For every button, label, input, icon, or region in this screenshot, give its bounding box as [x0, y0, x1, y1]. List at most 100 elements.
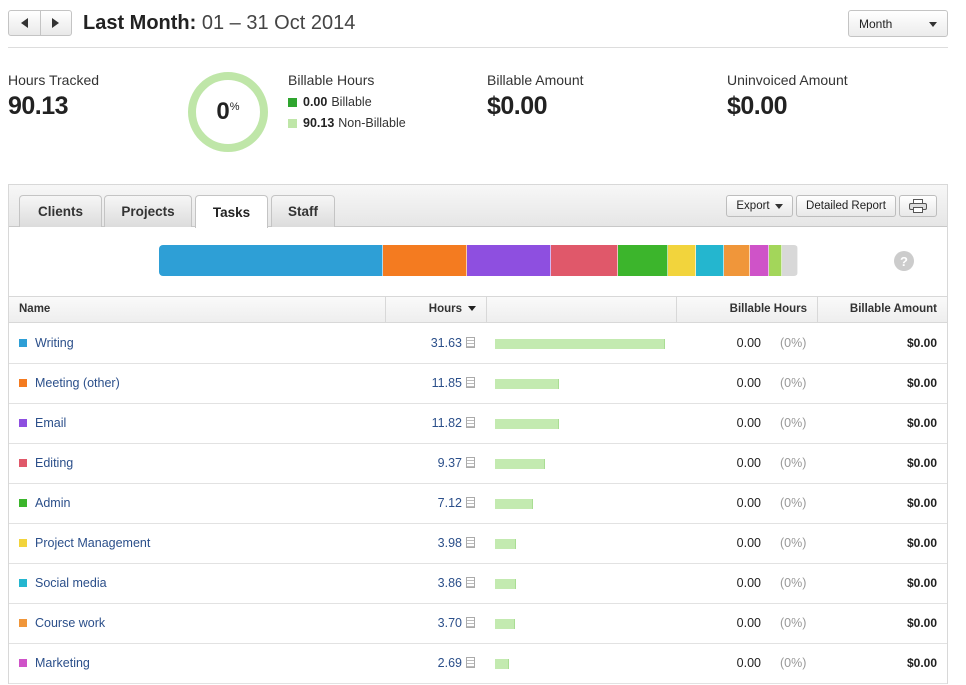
hours-bar	[495, 499, 533, 509]
billable-hours-cell: 0.00	[736, 416, 761, 430]
task-name-link[interactable]: Email	[35, 416, 66, 430]
table-row: Meeting (other) 11.85 0.00 (0%) $0.00	[9, 364, 947, 404]
distribution-segment[interactable]	[383, 245, 468, 276]
distribution-segment[interactable]	[749, 245, 769, 276]
billable-amount-cell: $0.00	[906, 656, 937, 670]
document-icon[interactable]	[466, 457, 475, 468]
task-color-swatch	[19, 579, 27, 587]
tab-staff[interactable]: Staff	[271, 195, 335, 227]
hours-bar	[495, 619, 515, 629]
nonbillable-swatch	[288, 118, 297, 128]
billable-legend: 0.00 Billable	[288, 95, 372, 109]
task-name-link[interactable]: Marketing	[35, 656, 90, 670]
uninvoiced-amount-value: $0.00	[727, 92, 788, 120]
previous-period-button[interactable]	[9, 11, 40, 35]
document-icon[interactable]	[466, 417, 475, 428]
billable-hours-cell: 0.00	[736, 656, 761, 670]
task-hours-link[interactable]: 3.86	[438, 576, 462, 590]
column-header-billable-hours[interactable]: Billable Hours	[677, 297, 818, 322]
distribution-segment[interactable]	[668, 245, 697, 276]
task-name-link[interactable]: Course work	[35, 616, 105, 630]
tab-tasks[interactable]: Tasks	[195, 195, 268, 228]
table-row: Editing 9.37 0.00 (0%) $0.00	[9, 444, 947, 484]
nonbillable-hours-value: 90.13	[303, 116, 335, 130]
task-hours-link[interactable]: 3.70	[438, 616, 462, 630]
hours-bar	[495, 419, 559, 429]
report-panel: Clients Projects Tasks Staff Export Deta…	[8, 184, 948, 684]
table-header: Name Hours Billable Hours Billable Amoun…	[9, 296, 947, 323]
document-icon[interactable]	[466, 657, 475, 668]
billable-swatch	[288, 97, 297, 107]
billable-amount-cell: $0.00	[906, 496, 937, 510]
table-row: Project Management 3.98 0.00 (0%) $0.00	[9, 524, 947, 564]
task-hours-link[interactable]: 11.85	[432, 376, 462, 390]
distribution-segment[interactable]	[159, 245, 384, 276]
billable-hours-cell: 0.00	[736, 456, 761, 470]
help-icon[interactable]: ?	[894, 251, 914, 271]
distribution-segment[interactable]	[768, 245, 783, 276]
billable-hours-cell: 0.00	[736, 496, 761, 510]
table-row: Course work 3.70 0.00 (0%) $0.00	[9, 604, 947, 644]
print-button[interactable]	[899, 195, 937, 217]
period-nav	[8, 10, 72, 36]
hours-bar	[495, 579, 516, 589]
task-hours-link[interactable]: 7.12	[438, 496, 462, 510]
task-name-link[interactable]: Editing	[35, 456, 73, 470]
document-icon[interactable]	[466, 617, 475, 628]
column-header-name[interactable]: Name	[9, 297, 386, 322]
tab-clients[interactable]: Clients	[19, 195, 102, 227]
billable-hours-cell: 0.00	[736, 376, 761, 390]
billable-hours-cell: 0.00	[736, 616, 761, 630]
billable-amount-cell: $0.00	[906, 576, 937, 590]
export-button[interactable]: Export	[726, 195, 793, 217]
billable-hours-cell: 0.00	[736, 336, 761, 350]
billable-amount-value: $0.00	[487, 92, 548, 120]
task-hours-link[interactable]: 3.98	[438, 536, 462, 550]
billable-amount-label: Billable Amount	[487, 72, 584, 88]
billable-hours-cell: 0.00	[736, 536, 761, 550]
billable-percent-cell: (0%)	[780, 416, 807, 430]
page-title: Last Month: 01 – 31 Oct 2014	[83, 12, 355, 35]
billable-hours-value: 0.00	[303, 95, 328, 109]
next-period-button[interactable]	[39, 11, 72, 35]
billable-text: Billable	[331, 95, 372, 109]
tab-bar: Clients Projects Tasks Staff Export Deta…	[9, 185, 947, 228]
distribution-segment[interactable]	[617, 245, 668, 276]
distribution-segment[interactable]	[723, 245, 750, 276]
billable-percent-cell: (0%)	[780, 536, 807, 550]
task-name-link[interactable]: Social media	[35, 576, 107, 590]
document-icon[interactable]	[466, 577, 475, 588]
column-header-hours[interactable]: Hours	[386, 297, 487, 322]
task-hours-link[interactable]: 11.82	[432, 416, 462, 430]
period-select[interactable]: Month	[848, 10, 948, 37]
task-name-link[interactable]: Project Management	[35, 536, 150, 550]
distribution-segment[interactable]	[551, 245, 618, 276]
document-icon[interactable]	[466, 497, 475, 508]
document-icon[interactable]	[466, 337, 475, 348]
task-color-swatch	[19, 659, 27, 667]
hours-tracked-label: Hours Tracked	[8, 72, 100, 88]
billable-percent-cell: (0%)	[780, 376, 807, 390]
tab-projects[interactable]: Projects	[104, 195, 192, 227]
task-color-swatch	[19, 499, 27, 507]
document-icon[interactable]	[466, 377, 475, 388]
distribution-segment[interactable]	[467, 245, 552, 276]
task-name-link[interactable]: Admin	[35, 496, 70, 510]
task-name-link[interactable]: Writing	[35, 336, 74, 350]
column-header-billable-amount[interactable]: Billable Amount	[818, 297, 947, 322]
table-row: Marketing 2.69 0.00 (0%) $0.00	[9, 644, 947, 684]
task-hours-link[interactable]: 2.69	[438, 656, 462, 670]
document-icon[interactable]	[466, 537, 475, 548]
hours-bar	[495, 339, 665, 349]
task-hours-link[interactable]: 31.63	[431, 336, 462, 350]
distribution-segment[interactable]	[696, 245, 724, 276]
nonbillable-legend: 90.13 Non-Billable	[288, 116, 406, 130]
task-hours-link[interactable]: 9.37	[438, 456, 462, 470]
detailed-report-button[interactable]: Detailed Report	[796, 195, 896, 217]
billable-percent: 0%	[216, 98, 240, 125]
billable-donut: 0%	[188, 72, 268, 152]
task-name-link[interactable]: Meeting (other)	[35, 376, 120, 390]
distribution-segment[interactable]	[782, 245, 798, 276]
chevron-down-icon	[774, 203, 783, 209]
billable-percent-cell: (0%)	[780, 656, 807, 670]
